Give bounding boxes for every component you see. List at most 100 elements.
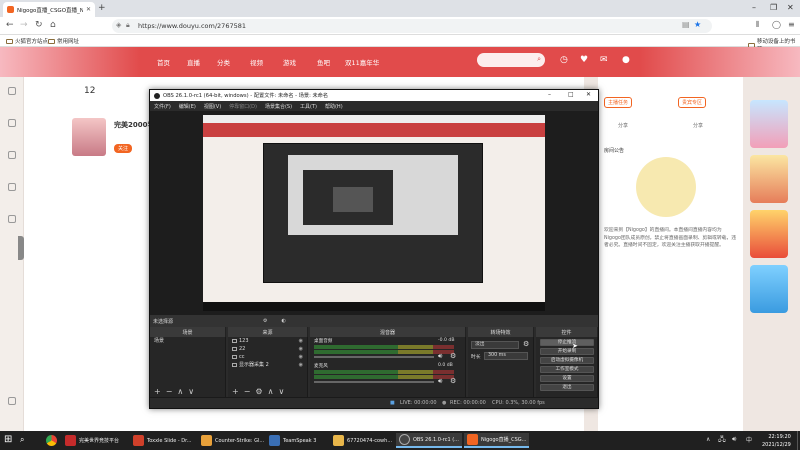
taskbar-app[interactable]: 67720474-cowh... (330, 433, 395, 448)
vip-button[interactable]: 贵宾专区 (678, 97, 707, 108)
volume-slider[interactable] (314, 356, 434, 358)
anchor-task-button[interactable]: 主播任务 (604, 97, 633, 108)
network-icon[interactable]: 🖧︎ (718, 435, 726, 446)
taskbar-app[interactable]: Nigogo直播_CSG... (464, 433, 530, 448)
transition-select[interactable]: 淡出 (471, 341, 519, 349)
taskbar-app[interactable]: Toxxle Slide - Dr... (130, 433, 194, 448)
sidebar-item-category[interactable] (4, 151, 20, 167)
eye-icon[interactable]: ◉ (299, 337, 303, 345)
shield-icon[interactable]: ◈ (116, 21, 121, 29)
follow-button[interactable]: 关注 (114, 144, 133, 153)
source-item[interactable]: 22 ◉ (228, 345, 307, 353)
move-up-icon[interactable]: ∧ (268, 387, 274, 396)
search-icon[interactable]: ⌕ (20, 435, 24, 445)
ad-banner-2[interactable] (750, 155, 788, 203)
move-down-icon[interactable]: ∨ (278, 387, 284, 396)
obs-preview[interactable] (150, 111, 598, 315)
volume-icon[interactable]: 🔊︎ (732, 435, 736, 444)
nav-event[interactable]: 双11嘉年华 (345, 57, 379, 67)
message-icon[interactable]: ✉ (600, 55, 608, 65)
streamer-avatar[interactable] (72, 118, 106, 156)
menu-help[interactable]: 帮助(H) (325, 103, 343, 110)
nav-home[interactable]: 首页 (157, 57, 170, 67)
menu-icon[interactable]: ≡ (788, 20, 795, 29)
sidebar-item-help[interactable] (4, 397, 20, 413)
back-icon[interactable]: ← (6, 20, 14, 30)
menu-edit[interactable]: 编辑(E) (179, 103, 196, 110)
start-recording-button[interactable]: 开始录制 (540, 348, 594, 355)
ad-banner-1[interactable] (750, 100, 788, 148)
account-icon[interactable]: ◯ (772, 20, 781, 29)
reload-icon[interactable]: ↻ (35, 20, 43, 30)
move-down-icon[interactable]: ∨ (188, 387, 194, 396)
taskbar-app[interactable]: TeamSpeak 3 (266, 433, 319, 448)
sidebar-item-video[interactable] (4, 183, 20, 199)
site-search-input[interactable]: ⌕ (477, 53, 545, 67)
volume-slider[interactable] (314, 381, 434, 383)
scene-item[interactable]: 场景 (150, 337, 225, 345)
reader-view-icon[interactable]: ▤ (682, 20, 690, 29)
new-tab-button[interactable]: + (98, 3, 106, 13)
studio-mode-button[interactable]: 工作室模式 (540, 366, 594, 373)
source-item[interactable]: 123 ◉ (228, 337, 307, 345)
source-item[interactable]: cc ◉ (228, 353, 307, 361)
properties-button[interactable]: ⚙ (263, 318, 267, 324)
settings-button[interactable]: 设置 (540, 375, 594, 382)
chrome-icon[interactable] (46, 435, 57, 446)
tray-chevron-icon[interactable]: ∧ (706, 436, 710, 443)
speaker-icon[interactable]: 🔊︎ (438, 377, 442, 386)
add-scene-icon[interactable]: + (154, 387, 161, 396)
windows-start-icon[interactable]: ⊞ (4, 434, 12, 445)
taskbar-app[interactable]: Counter-Strike: Gl... (198, 433, 267, 448)
share-label-1[interactable]: 分享 (618, 122, 628, 129)
sidebar-item-games[interactable] (4, 215, 20, 231)
bookmark-common[interactable]: 常用网址 (48, 37, 79, 45)
taskbar-app[interactable]: 完美世界竞技平台 (62, 433, 122, 448)
gear-icon[interactable]: ⚙ (255, 387, 262, 396)
nav-yuba[interactable]: 鱼吧 (317, 57, 330, 67)
eye-icon[interactable]: ◉ (299, 345, 303, 353)
sidebar-item-follow[interactable] (4, 119, 20, 135)
address-bar[interactable]: ◈ 🔒︎ https://www.douyu.com/2767581 ▤ ★ (112, 19, 712, 33)
ime-icon[interactable]: 中 (746, 435, 752, 444)
speaker-icon[interactable]: 🔊︎ (438, 352, 442, 361)
eye-icon[interactable]: ◉ (299, 353, 303, 361)
duration-input[interactable]: 300 ms (484, 352, 528, 360)
forward-icon[interactable]: → (20, 20, 28, 30)
minimize-icon[interactable]: – (752, 3, 756, 12)
move-up-icon[interactable]: ∧ (177, 387, 183, 396)
search-icon[interactable]: ⌕ (537, 55, 541, 64)
gear-icon[interactable]: ⚙ (450, 352, 456, 360)
bookmark-star-icon[interactable]: ★ (694, 20, 701, 29)
nav-video[interactable]: 视频 (250, 57, 263, 67)
nav-category[interactable]: 分类 (217, 57, 230, 67)
share-label-2[interactable]: 分享 (693, 122, 703, 129)
source-item[interactable]: 显示器采集 2 ◉ (228, 361, 307, 369)
browser-tab[interactable]: Nigogo直播_CSGO直播_Nigo ✕ (3, 2, 95, 17)
gear-icon[interactable]: ⚙ (450, 377, 456, 385)
add-source-icon[interactable]: + (232, 387, 239, 396)
lock-icon[interactable]: 🔒︎ (126, 21, 130, 30)
close-tab-icon[interactable]: ✕ (86, 6, 91, 13)
menu-view[interactable]: 视图(V) (204, 103, 221, 110)
ad-banner-4[interactable] (750, 265, 788, 313)
sidebar-item-recommend[interactable] (4, 87, 20, 103)
obs-maximize-icon[interactable]: □ (568, 91, 574, 98)
filters-button[interactable]: ◐ (282, 318, 286, 324)
remove-scene-icon[interactable]: − (166, 387, 173, 396)
menu-tools[interactable]: 工具(T) (300, 103, 317, 110)
obs-close-icon[interactable]: ✕ (586, 91, 591, 98)
nav-live[interactable]: 直播 (187, 57, 200, 67)
exit-button[interactable]: 退出 (540, 384, 594, 391)
ad-banner-3[interactable] (750, 210, 788, 258)
taskbar-clock[interactable]: 22:19:20 2021/12/29 (762, 434, 791, 449)
user-avatar-icon[interactable]: ● (622, 55, 630, 65)
menu-docks[interactable]: 停靠窗口(D) (229, 103, 257, 110)
bookmark-firefox[interactable]: 火狐官方站点 (6, 37, 48, 45)
home-icon[interactable]: ⌂ (50, 20, 56, 30)
nav-games[interactable]: 游戏 (283, 57, 296, 67)
stop-streaming-button[interactable]: 停止推流 (540, 339, 594, 346)
obs-minimize-icon[interactable]: – (548, 91, 551, 98)
taskbar-app[interactable]: OBS 26.1.0-rc1 (... (396, 433, 462, 448)
library-icon[interactable]: ⫴ (756, 20, 759, 30)
